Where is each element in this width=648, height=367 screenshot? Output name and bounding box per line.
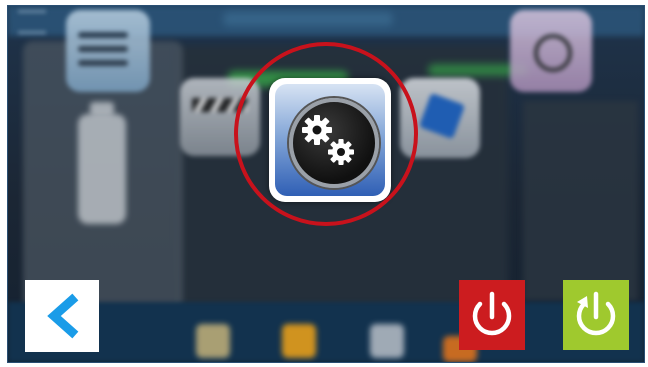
power-restart-icon [576,291,616,336]
tools-icon [418,92,466,140]
power-icon [472,291,512,336]
list-line [78,46,128,52]
dock-bar [8,302,644,362]
restart-button[interactable] [563,280,629,350]
dock-app-icon [196,324,230,358]
list-app-tile[interactable] [66,10,150,92]
dock-app-icon [370,324,404,358]
blurred-title [223,12,393,26]
back-button[interactable] [25,280,99,352]
power-off-button[interactable] [459,280,525,350]
dock-folder-icon [282,324,316,358]
selection-highlight-ring [234,42,418,226]
battery-icon [78,114,126,224]
menu-icon [18,10,46,34]
list-icon [78,32,128,38]
chevron-left-icon [47,293,79,339]
alarm-clock-app-tile[interactable] [510,10,592,92]
alarm-clock-icon [534,34,572,72]
list-line [78,60,128,66]
blurred-right-panel [523,101,638,301]
